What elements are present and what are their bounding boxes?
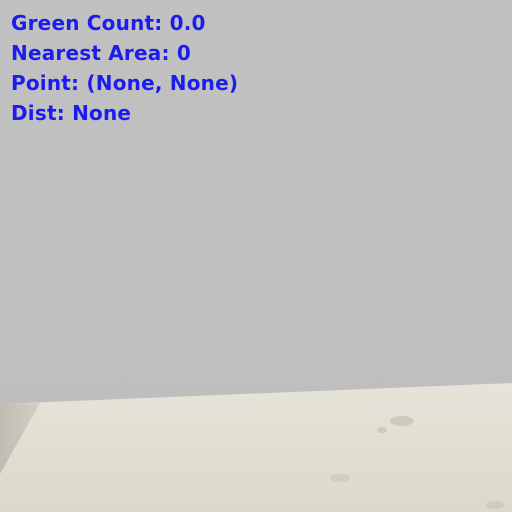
distance-readout: Dist: None [11,101,132,125]
debug-overlay: Green Count: 0.0 Nearest Area: 0 Point: … [11,8,491,128]
green-count-readout: Green Count: 0.0 [11,11,206,35]
floor-stain [377,427,387,433]
floor-plane [0,383,512,512]
point-readout: Point: (None, None) [11,71,239,95]
floor-stain [330,474,350,482]
nearest-area-readout: Nearest Area: 0 [11,41,191,65]
floor-stain [390,416,414,426]
floor-stain [486,501,504,509]
